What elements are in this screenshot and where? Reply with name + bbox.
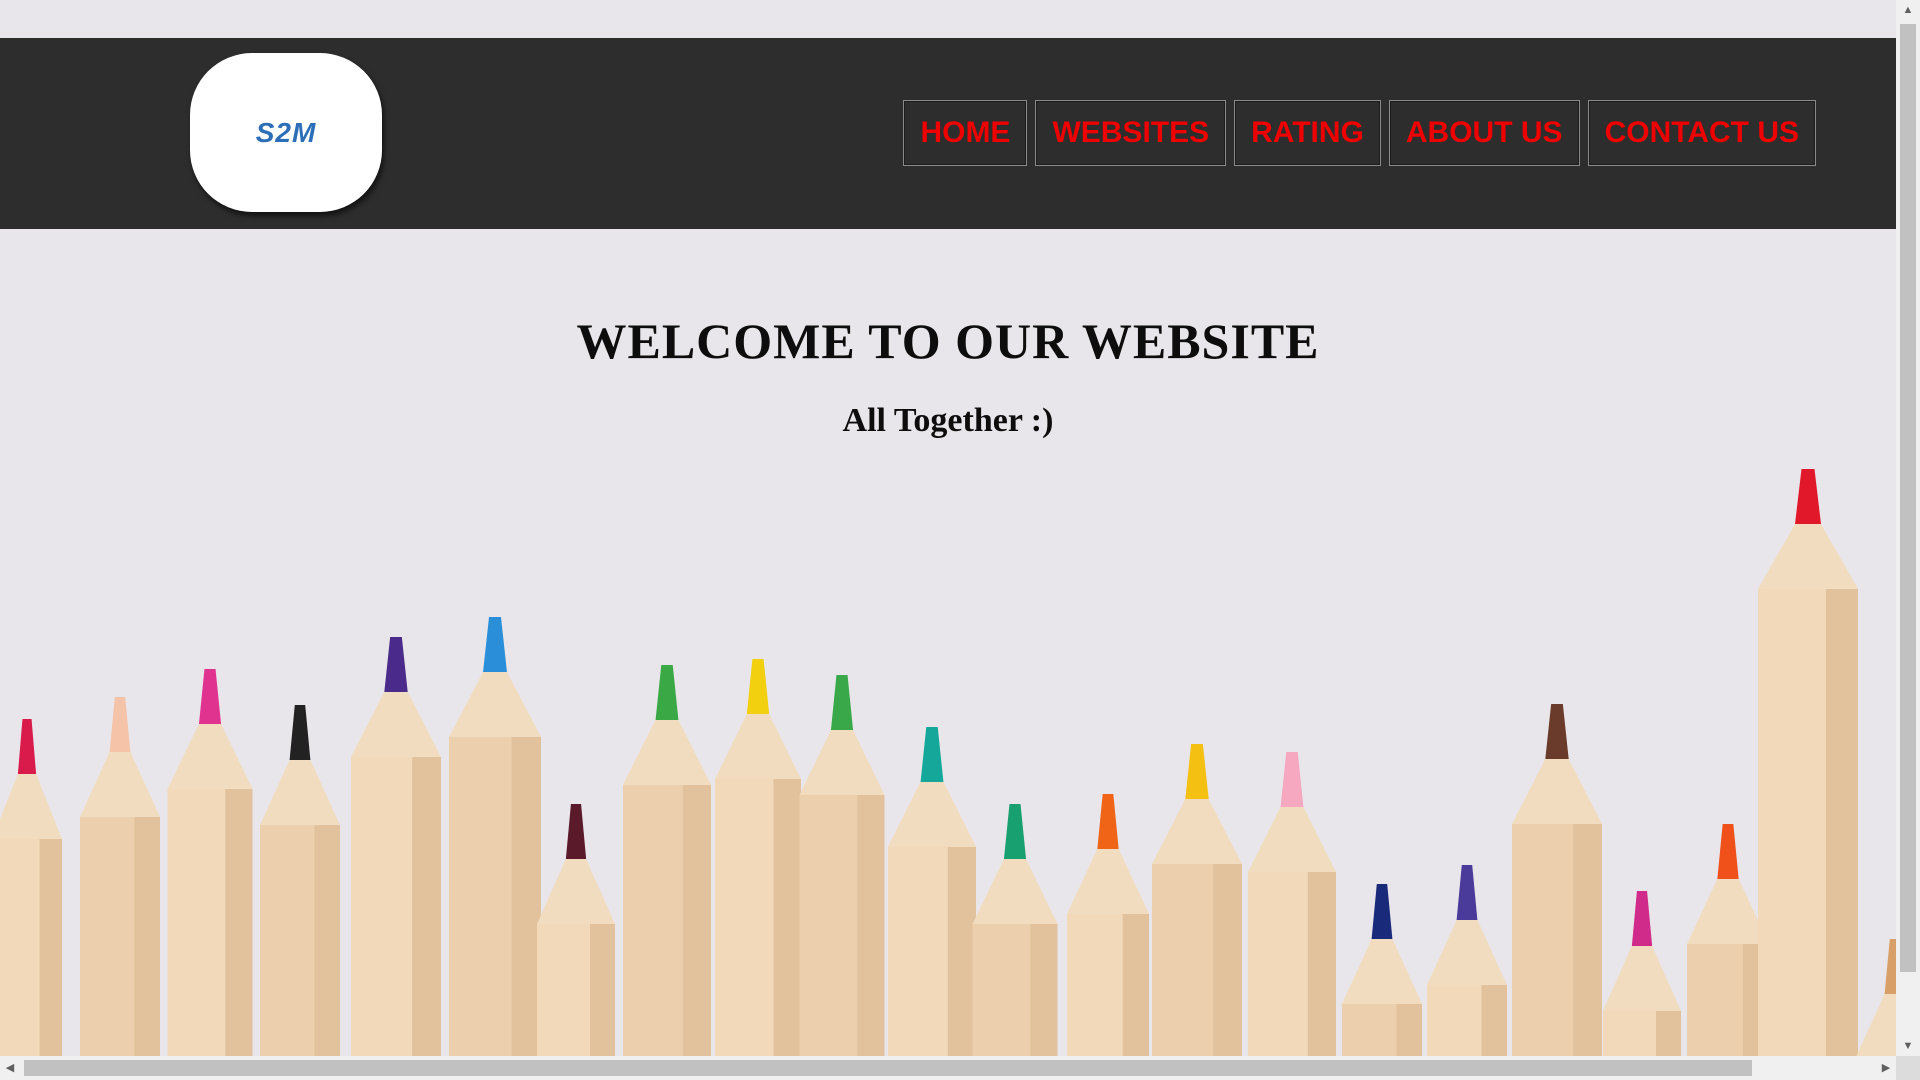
vertical-scrollbar[interactable]: ▲ ▼ — [1896, 0, 1920, 1056]
scroll-down-arrow-icon[interactable]: ▼ — [1896, 1036, 1920, 1056]
nav-websites-button[interactable]: WEBSITES — [1035, 100, 1227, 166]
pencil — [0, 719, 62, 1056]
pencil — [260, 705, 340, 1056]
scroll-up-arrow-icon[interactable]: ▲ — [1896, 0, 1920, 20]
pencil — [449, 617, 541, 1056]
scrollbar-corner — [1896, 1056, 1920, 1080]
pencil — [1512, 704, 1602, 1056]
pencil — [1603, 891, 1681, 1056]
nav-contact-us-button[interactable]: CONTACT US — [1587, 100, 1816, 166]
pencil — [351, 637, 441, 1056]
nav-about-us-button[interactable]: ABOUT US — [1388, 100, 1580, 166]
pencil — [1758, 469, 1858, 1056]
pencil — [623, 665, 711, 1056]
pencil — [1856, 939, 1896, 1056]
hero-subtitle: All Together :) — [842, 402, 1054, 439]
pencil — [1342, 884, 1422, 1056]
horizontal-scroll-thumb[interactable] — [24, 1060, 1752, 1076]
pencil — [80, 697, 160, 1056]
nav-home-button[interactable]: HOME — [903, 100, 1028, 166]
scroll-left-arrow-icon[interactable]: ◀ — [0, 1056, 20, 1080]
logo[interactable]: S2M — [190, 53, 382, 212]
nav-rating-button[interactable]: RATING — [1234, 100, 1381, 166]
pencil — [1248, 752, 1336, 1056]
vertical-scroll-thumb[interactable] — [1900, 24, 1916, 972]
site-header: S2M HOME WEBSITES RATING ABOUT US CONTAC… — [0, 38, 1896, 229]
pencil — [715, 659, 801, 1056]
pencil — [167, 669, 253, 1056]
main-nav: HOME WEBSITES RATING ABOUT US CONTACT US — [903, 100, 1816, 166]
pencil — [537, 804, 615, 1056]
pencil — [888, 727, 976, 1056]
pencil — [799, 675, 885, 1056]
horizontal-scrollbar[interactable]: ◀ ▶ — [0, 1056, 1896, 1080]
hero-title: WELCOME TO OUR WEBSITE — [576, 313, 1320, 369]
pencil — [1152, 744, 1242, 1056]
pencil — [1067, 794, 1149, 1056]
pencil — [972, 804, 1058, 1056]
scroll-right-arrow-icon[interactable]: ▶ — [1876, 1056, 1896, 1080]
pencil — [1687, 824, 1769, 1056]
page-viewport: S2M HOME WEBSITES RATING ABOUT US CONTAC… — [0, 0, 1896, 1056]
pencil — [1427, 865, 1507, 1056]
logo-text: S2M — [255, 116, 317, 148]
